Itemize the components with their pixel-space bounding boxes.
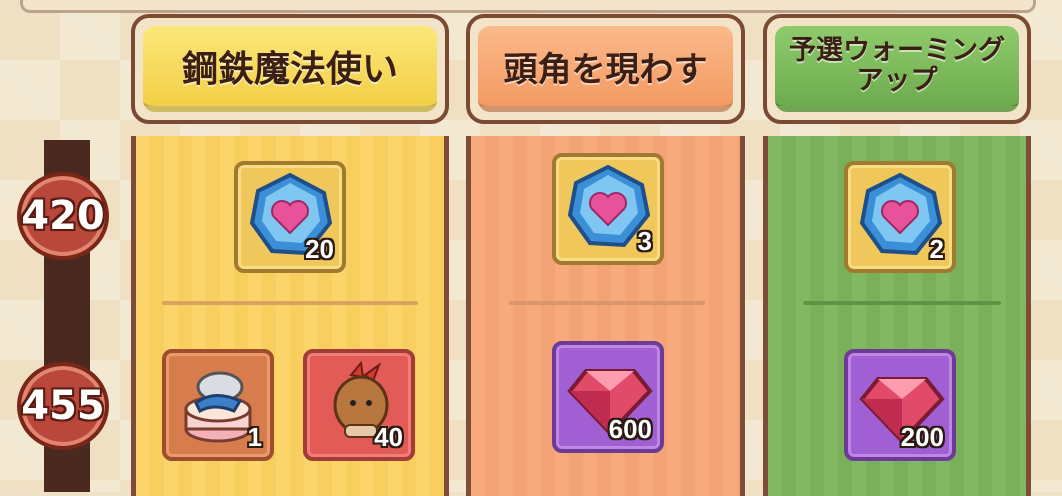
reward-slot-col1-tier2-b[interactable]: 40 bbox=[303, 349, 415, 461]
column-1-divider bbox=[162, 301, 418, 305]
reward-quantity: 600 bbox=[608, 414, 652, 444]
reward-quantity: 3 bbox=[637, 226, 652, 256]
reward-slot-col1-tier2-a[interactable]: 1 bbox=[162, 349, 274, 461]
reward-quantity: 20 bbox=[305, 234, 334, 264]
column-2-header[interactable]: 頭角を現わす bbox=[466, 14, 745, 124]
column-1-title: 鋼鉄魔法使い bbox=[143, 26, 437, 112]
column-3-title: 予選ウォーミングアップ bbox=[775, 26, 1019, 112]
level-badge-420: 420 bbox=[17, 172, 109, 260]
column-3-divider bbox=[803, 301, 1001, 305]
column-3-header[interactable]: 予選ウォーミングアップ bbox=[763, 14, 1031, 124]
reward-slot-col2-tier1[interactable]: 3 bbox=[552, 153, 664, 265]
reward-slot-col3-tier2[interactable]: 200 bbox=[844, 349, 956, 461]
reward-slot-col3-tier1[interactable]: 2 bbox=[844, 161, 956, 273]
column-2-title: 頭角を現わす bbox=[478, 26, 733, 112]
reward-slot-col1-tier1[interactable]: 20 bbox=[234, 161, 346, 273]
column-2-divider bbox=[509, 301, 705, 305]
reward-slot-col2-tier2[interactable]: 600 bbox=[552, 341, 664, 453]
level-badge-455: 455 bbox=[17, 362, 109, 450]
reward-quantity: 200 bbox=[900, 422, 944, 452]
reward-quantity: 1 bbox=[247, 422, 262, 452]
reward-quantity: 2 bbox=[929, 234, 944, 264]
top-panel-edge bbox=[20, 0, 1036, 13]
reward-quantity: 40 bbox=[374, 422, 403, 452]
column-1-header[interactable]: 鋼鉄魔法使い bbox=[131, 14, 449, 124]
